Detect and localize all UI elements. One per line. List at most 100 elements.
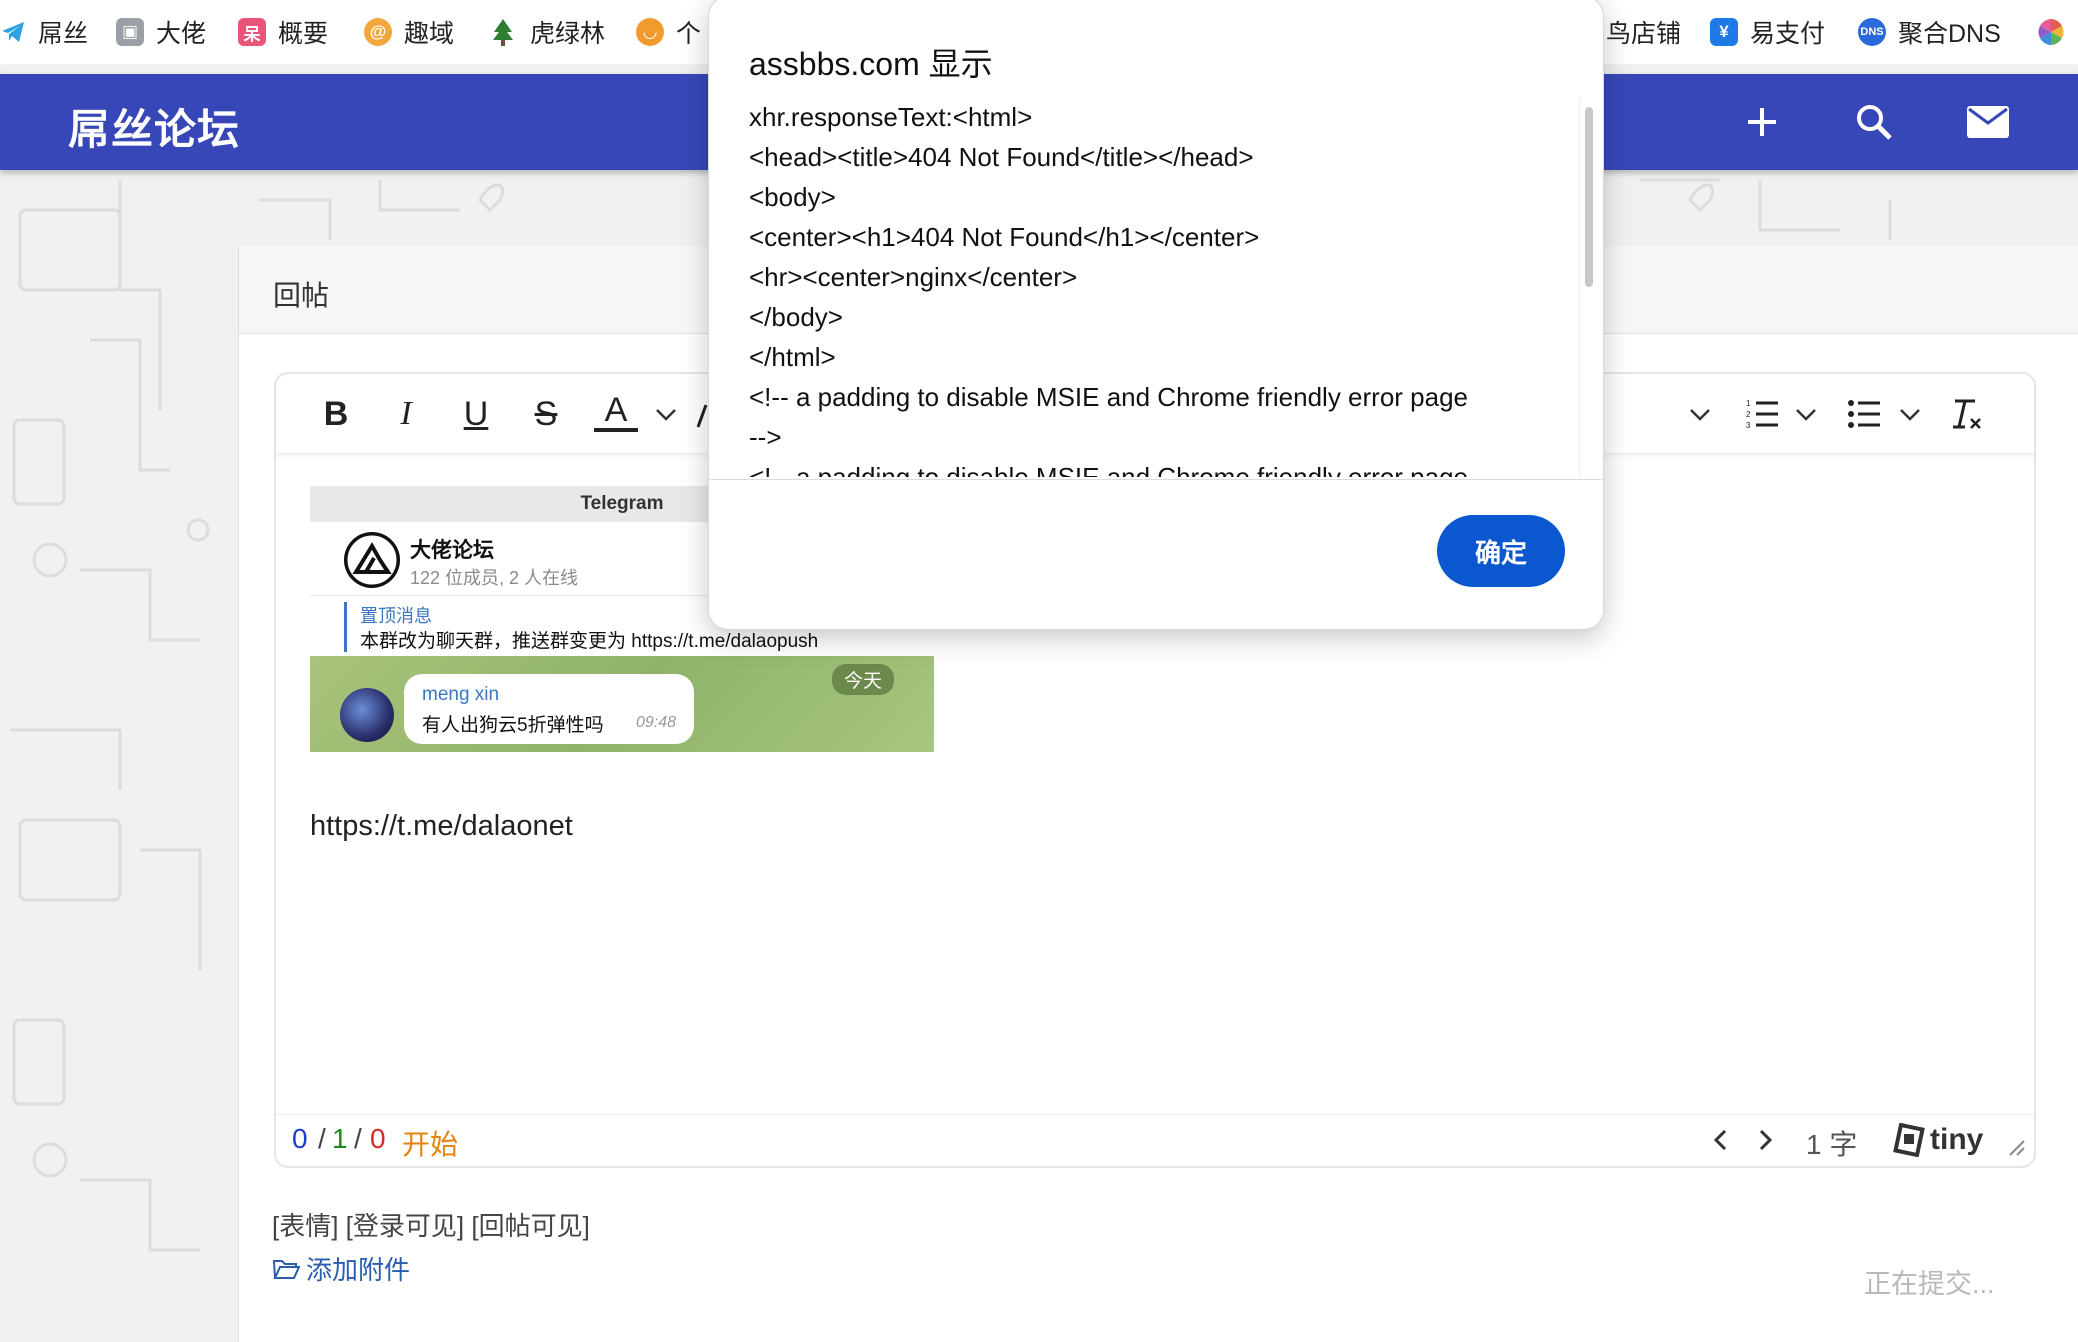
count-separator: / [318,1123,326,1154]
alert-dialog: assbbs.com 显示 xhr.responseText:<html> <h… [708,0,1604,630]
note-icon: 呆 [238,18,266,46]
globe-icon: @ [364,18,392,46]
bookmark-label: 大佬 [156,20,207,48]
clear-formatting-button[interactable] [1946,392,1986,436]
numbered-list-button[interactable]: 1 2 3 [1742,392,1782,436]
text-color-button[interactable]: A [594,391,638,432]
dialog-scrollbar[interactable] [1579,97,1597,479]
bullet-list-button[interactable] [1844,392,1884,436]
chevron-down-icon[interactable] [1686,398,1714,430]
count-separator: / [354,1123,362,1154]
dialog-scroll-thumb[interactable] [1585,107,1593,287]
bookmark-hulvlin[interactable]: 虎绿林 [490,14,605,50]
bookmark-ge[interactable]: ◡ 个 [636,14,701,50]
bookmark-gaiyao[interactable]: 呆 概要 [238,14,328,50]
dialog-divider [709,479,1603,480]
chevron-down-icon[interactable] [1896,398,1924,430]
start-button[interactable]: 开始 [402,1123,458,1163]
submitting-status: 正在提交... [1864,1269,1995,1299]
avatar [340,688,394,742]
chevron-left-icon[interactable] [1710,1127,1732,1153]
dialog-line: <head><title>404 Not Found</title></head… [749,142,1254,172]
tiny-logo-icon [1893,1123,1925,1157]
box-icon: ▣ [116,18,144,46]
dialog-message[interactable]: xhr.responseText:<html> <head><title>404… [749,97,1549,477]
search-icon [1857,105,1892,140]
ok-button[interactable]: 确定 [1437,515,1565,587]
count-a: 0 [292,1123,308,1154]
bookmark-niaodianpu[interactable]: 鸟店铺 [1606,14,1681,50]
dialog-line: </html> [749,342,836,372]
svg-text:2: 2 [1746,410,1751,419]
resize-handle-icon[interactable] [2006,1137,2026,1157]
dialog-line: <center><h1>404 Not Found</h1></center> [749,222,1260,252]
editor-link-text: https://t.me/dalaonet [310,810,573,842]
chevron-down-icon[interactable] [1792,398,1820,430]
telegram-icon [2,22,24,42]
svg-text:1: 1 [1746,399,1751,408]
insert-tags[interactable]: [表情] [登录可见] [回帖可见] [272,1206,590,1243]
numbered-list-icon: 1 2 3 [1746,399,1778,430]
strikethrough-button[interactable]: S [524,392,568,436]
underline-button[interactable]: U [454,392,498,436]
site-logo[interactable]: 屌丝论坛 [68,96,240,157]
message-sender: meng xin [422,684,500,705]
messages-button[interactable] [1960,94,2016,150]
editor-statusbar: 0 / 1 / 0 开始 1 字 tiny [276,1114,2034,1166]
bookmark-label: 趣域 [404,20,455,48]
message-bubble: meng xin 有人出狗云5折弹性吗 09:48 [404,674,694,744]
bookmark-label: 鸟店铺 [1606,20,1682,48]
bookmark-diaosi[interactable]: 屌丝 [0,14,88,50]
group-logo [344,532,400,588]
bold-button[interactable]: B [314,392,358,436]
circle-icon: ◡ [636,18,664,46]
add-attachment-label: 添加附件 [306,1255,411,1285]
bookmark-label: 虎绿林 [530,20,606,48]
payment-shield-icon: ¥ [1710,18,1738,46]
count-c: 0 [370,1123,386,1154]
day-badge: 今天 [832,664,895,695]
mail-icon [1967,106,2009,138]
chevron-right-icon[interactable] [1754,1127,1776,1153]
bookmark-label: 个 [676,20,702,48]
card-title: 回帖 [273,280,330,311]
tiny-brand[interactable]: tiny [1930,1123,1983,1157]
group-meta: 122 位成员, 2 人在线 [410,568,579,588]
bookmark-pinwheel[interactable] [2036,14,2066,50]
italic-button[interactable]: I [384,392,428,436]
plus-icon [1748,108,1776,136]
new-post-button[interactable] [1734,94,1790,150]
bullet-list-icon [1848,400,1880,428]
bookmark-juhedns[interactable]: DNS 聚合DNS [1858,14,2001,50]
dialog-line: <!-- a padding to disable MSIE and Chrom… [749,462,1468,477]
bookmark-dalao[interactable]: ▣ 大佬 [116,14,206,50]
bookmark-label: 聚合DNS [1898,20,2001,48]
dialog-line: </body> [749,302,843,332]
group-name: 大佬论坛 [410,539,494,562]
search-button[interactable] [1846,94,1902,150]
message-text: 有人出狗云5折弹性吗 [422,715,604,736]
bookmark-yizhifu[interactable]: ¥ 易支付 [1710,14,1825,50]
tree-icon [493,19,513,46]
telegram-chat-preview: 今天 meng xin 有人出狗云5折弹性吗 09:48 [310,656,934,752]
pinned-bar [344,602,347,652]
clear-formatting-icon [1953,399,1981,429]
bookmark-label: 概要 [278,20,329,48]
add-attachment-link[interactable]: 添加附件 [272,1250,410,1287]
bookmark-quyu[interactable]: @ 趣域 [364,14,454,50]
dialog-line: <body> [749,182,836,212]
bookmark-label: 屌丝 [38,20,89,48]
bookmark-label: 易支付 [1750,20,1826,48]
dialog-line: xhr.responseText:<html> [749,102,1033,132]
dialog-line: <hr><center>nginx</center> [749,262,1078,292]
svg-text:3: 3 [1746,421,1751,430]
word-count: 1 字 [1806,1129,1858,1160]
folder-open-icon [272,1259,300,1279]
chevron-down-icon[interactable] [652,398,680,430]
message-time: 09:48 [635,714,676,731]
dns-icon: DNS [1858,18,1886,46]
pinned-title: 置顶消息 [360,606,432,626]
count-b: 1 [332,1123,348,1154]
pinned-text: 本群改为聊天群，推送群变更为 https://t.me/dalaopush [360,631,819,652]
dialog-line: --> [749,422,782,452]
